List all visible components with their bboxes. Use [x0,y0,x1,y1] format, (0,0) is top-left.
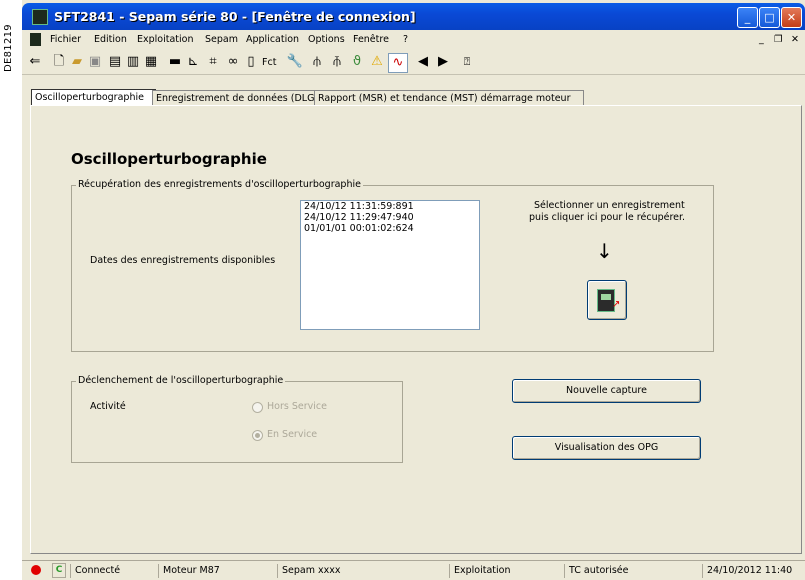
activity-label: Activité [90,401,126,412]
en-service-radio[interactable] [252,430,263,441]
status-mode: Exploitation [449,564,559,578]
warning-icon[interactable]: ⚠ [368,53,386,71]
connected-icon: C [52,563,66,578]
en-service-label[interactable]: En Service [267,429,317,440]
menu-fichier[interactable]: Fichier [50,34,81,45]
mdi-restore-button[interactable]: ❐ [774,34,783,45]
relay-icon[interactable]: ∞ [224,53,242,71]
tree-icon[interactable]: ⫚ [328,53,346,71]
network-icon[interactable]: ⌗ [204,53,222,71]
chart-icon[interactable]: ⊾ [184,53,202,71]
toolbar: ⇐ 🗋 ▰ ▣ ▤ ▥ ▦ ▬ ⊾ ⌗ ∞ ▯ Fct 🔧 ⫛ ⫚ ϑ ⚠ ∿ … [22,50,805,75]
retrieve-hint-line2: puis cliquer ici pour le récupérer. [529,212,686,223]
list-item[interactable]: 01/01/01 00:01:02:624 [301,223,479,234]
list-item[interactable]: 24/10/12 11:31:59:891 [301,201,479,212]
status-datetime: 24/10/2012 11:40 [702,564,801,578]
menu-sepam[interactable]: Sepam [205,34,238,45]
menu-bar: Fichier Edition Exploitation Sepam Appli… [22,30,805,50]
app-window: SFT2841 - Sepam série 80 - [Fenêtre de c… [22,0,805,580]
fct-icon[interactable]: Fct [262,57,276,68]
menu-edition[interactable]: Edition [94,34,127,45]
mdi-minimize-button[interactable]: _ [759,34,764,45]
wrench-icon[interactable]: 🔧 [286,53,304,71]
new-file-icon[interactable]: 🗋 [50,53,68,71]
arrow-left-icon[interactable]: ◀ [414,53,432,71]
retrieve-arrow-icon: ↗ [612,299,621,310]
menu-application[interactable]: Application [246,34,299,45]
app-icon[interactable] [32,9,48,25]
records-list[interactable]: 24/10/12 11:31:59:891 24/10/12 11:29:47:… [300,200,480,330]
status-indicator-icon [31,565,41,575]
save-icon[interactable]: ▣ [86,53,104,71]
side-margin: DE81219 [0,0,22,579]
menu-options[interactable]: Options [308,34,345,45]
document-icon[interactable] [30,33,41,46]
table-icon[interactable]: ▯ [242,53,260,71]
retrieve-button[interactable]: ↗ [587,280,627,320]
monitor-icon[interactable]: ▬ [166,53,184,71]
menu-help[interactable]: ? [403,34,408,45]
trigger-group [71,381,403,463]
connect-icon[interactable]: ⇐ [26,53,44,71]
logic-icon[interactable]: ϑ [348,53,366,71]
diagram-icon[interactable]: ⫛ [308,53,326,71]
print-icon[interactable]: ▤ [106,53,124,71]
status-device: Sepam xxxx [277,564,442,578]
page-title: Oscilloperturbographie [71,150,267,168]
menu-fenetre[interactable]: Fenêtre [353,34,389,45]
print-preview-icon[interactable]: ▥ [124,53,142,71]
maximize-button[interactable]: □ [759,7,780,28]
waveform-icon[interactable]: ∿ [388,53,408,73]
new-capture-button[interactable]: Nouvelle capture [512,379,701,403]
mdi-close-button[interactable]: ✕ [791,34,799,45]
list-item[interactable]: 24/10/12 11:29:47:940 [301,212,479,223]
retrieve-hint-line1: Sélectionner un enregistrement [534,200,685,211]
arrow-right-icon[interactable]: ▶ [434,53,452,71]
status-connection: Connecté [70,564,155,578]
minimize-button[interactable]: _ [737,7,758,28]
trigger-group-legend: Déclenchement de l'oscilloperturbographi… [76,375,286,386]
status-model: Moteur M87 [158,564,273,578]
dates-label: Dates des enregistrements disponibles [90,255,276,266]
hors-service-radio[interactable] [252,402,263,413]
menu-exploitation[interactable]: Exploitation [137,34,194,45]
status-tc: TC autorisée [564,564,694,578]
open-folder-icon[interactable]: ▰ [68,53,86,71]
print-setup-icon[interactable]: ▦ [142,53,160,71]
help-icon[interactable]: ⍰ [458,53,476,71]
figure-reference-label: DE81219 [3,24,14,72]
view-opg-button[interactable]: Visualisation des OPG [512,436,701,460]
close-button[interactable]: ✕ [781,7,802,28]
title-bar[interactable]: SFT2841 - Sepam série 80 - [Fenêtre de c… [22,3,805,30]
window-title: SFT2841 - Sepam série 80 - [Fenêtre de c… [54,9,416,24]
retrieval-group-legend: Récupération des enregistrements d'oscil… [76,179,363,190]
hors-service-label[interactable]: Hors Service [267,401,327,412]
arrow-down-icon: ↓ [596,239,613,263]
